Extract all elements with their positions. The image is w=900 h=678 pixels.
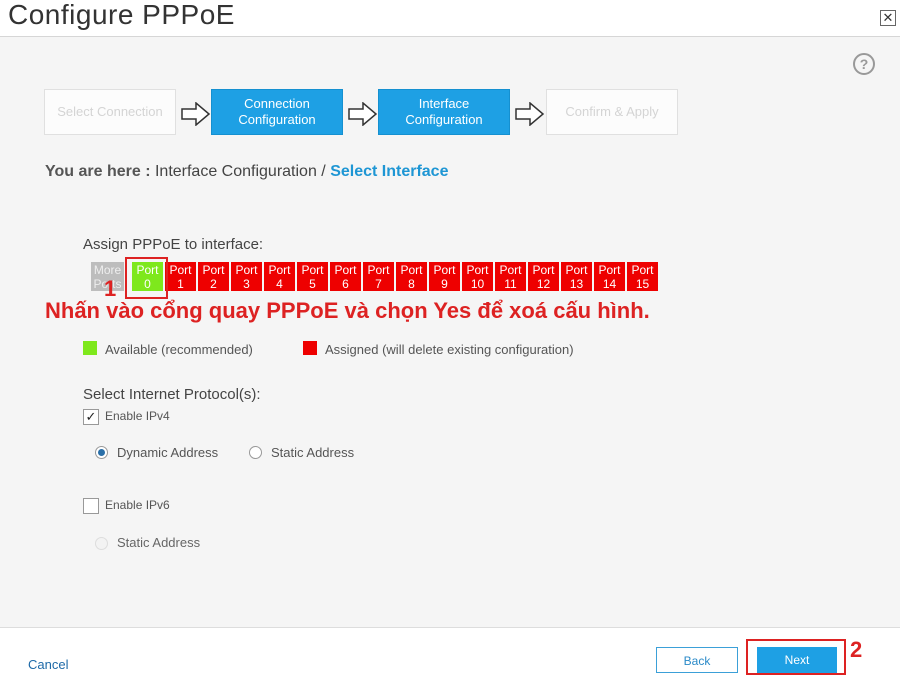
port-number: 1: [177, 277, 184, 291]
port-number: 4: [276, 277, 283, 291]
breadcrumb: You are here : Interface Configuration /…: [45, 163, 448, 181]
port-label: Port: [433, 263, 456, 277]
port-number: 3: [243, 277, 250, 291]
port-7-button[interactable]: Port 7: [363, 262, 394, 291]
port-2-button[interactable]: Port 2: [198, 262, 229, 291]
port-13-button[interactable]: Port 13: [561, 262, 592, 291]
port-number: 10: [470, 277, 485, 291]
close-icon[interactable]: ✕: [880, 10, 896, 26]
ipv4-static-radio[interactable]: [249, 446, 262, 459]
ipv4-checkbox[interactable]: ✓: [83, 409, 99, 425]
port-number: 7: [375, 277, 382, 291]
port-number: 13: [569, 277, 584, 291]
annotation-marker-2: 2: [850, 637, 863, 662]
window-header: Configure PPPoE ✕: [0, 0, 900, 37]
step-arrow-icon: [348, 102, 378, 126]
port-3-button[interactable]: Port 3: [231, 262, 262, 291]
protocol-section-label: Select Internet Protocol(s):: [83, 386, 261, 403]
wizard-step-interface-configuration: Interface Configuration: [378, 89, 510, 135]
annotation-instruction: Nhấn vào cổng quay PPPoE và chọn Yes để …: [45, 298, 650, 323]
port-label: Port: [466, 263, 489, 277]
wizard-step-connection-configuration: Connection Configuration: [211, 89, 343, 135]
port-number: 14: [602, 277, 617, 291]
port-9-button[interactable]: Port 9: [429, 262, 460, 291]
port-label: Port: [631, 263, 654, 277]
port-number: 8: [408, 277, 415, 291]
ipv4-static-label: Static Address: [271, 445, 355, 460]
port-label: Port: [565, 263, 588, 277]
breadcrumb-label: You are here :: [45, 163, 151, 180]
port-number: 15: [635, 277, 650, 291]
wizard-step-select-connection: Select Connection: [44, 89, 176, 135]
port-number: 5: [309, 277, 316, 291]
ipv6-checkbox[interactable]: [83, 498, 99, 514]
back-button[interactable]: Back: [656, 647, 738, 673]
port-4-button[interactable]: Port 4: [264, 262, 295, 291]
port-label: Port: [334, 263, 357, 277]
ipv4-label: Enable IPv4: [105, 409, 170, 423]
port-label: Port: [235, 263, 258, 277]
port-15-button[interactable]: Port 15: [627, 262, 658, 291]
cancel-link[interactable]: Cancel: [28, 657, 68, 672]
ipv4-dynamic-label: Dynamic Address: [117, 445, 219, 460]
port-1-button[interactable]: Port 1: [165, 262, 196, 291]
wizard-step-confirm-apply: Confirm & Apply: [546, 89, 678, 135]
port-number: 9: [441, 277, 448, 291]
port-11-button[interactable]: Port 11: [495, 262, 526, 291]
ipv6-static-label: Static Address: [117, 535, 201, 550]
port-label: Port: [499, 263, 522, 277]
port-label: Port: [367, 263, 390, 277]
ipv4-dynamic-radio[interactable]: [95, 446, 108, 459]
port-number: 12: [536, 277, 551, 291]
legend-available-swatch: [83, 341, 97, 355]
port-number: 2: [210, 277, 217, 291]
port-label: Port: [268, 263, 291, 277]
port-label: Port: [202, 263, 225, 277]
breadcrumb-path: Interface Configuration /: [154, 163, 326, 180]
ipv6-label: Enable IPv6: [105, 498, 170, 512]
legend-assigned-label: Assigned (will delete existing configura…: [325, 342, 574, 357]
port-label: Port: [598, 263, 621, 277]
port-label: Port: [532, 263, 555, 277]
port-14-button[interactable]: Port 14: [594, 262, 625, 291]
port-number: 6: [342, 277, 349, 291]
legend-available-label: Available (recommended): [105, 342, 253, 357]
window-title: Configure PPPoE: [8, 0, 235, 30]
port-label: Port: [400, 263, 423, 277]
port-12-button[interactable]: Port 12: [528, 262, 559, 291]
port-number: 11: [504, 277, 517, 291]
port-5-button[interactable]: Port 5: [297, 262, 328, 291]
help-icon[interactable]: ?: [853, 53, 875, 75]
port-6-button[interactable]: Port 6: [330, 262, 361, 291]
port-label: Port: [169, 263, 192, 277]
port-8-button[interactable]: Port 8: [396, 262, 427, 291]
ipv6-static-radio[interactable]: [95, 537, 108, 550]
port-10-button[interactable]: Port 10: [462, 262, 493, 291]
annotation-highlight-next: [746, 639, 846, 675]
annotation-highlight-port-0: [125, 257, 168, 299]
assign-interface-label: Assign PPPoE to interface:: [83, 236, 264, 253]
breadcrumb-current: Select Interface: [330, 163, 449, 180]
step-arrow-icon: [515, 102, 545, 126]
legend-assigned-swatch: [303, 341, 317, 355]
port-label: Port: [301, 263, 324, 277]
step-arrow-icon: [181, 102, 211, 126]
